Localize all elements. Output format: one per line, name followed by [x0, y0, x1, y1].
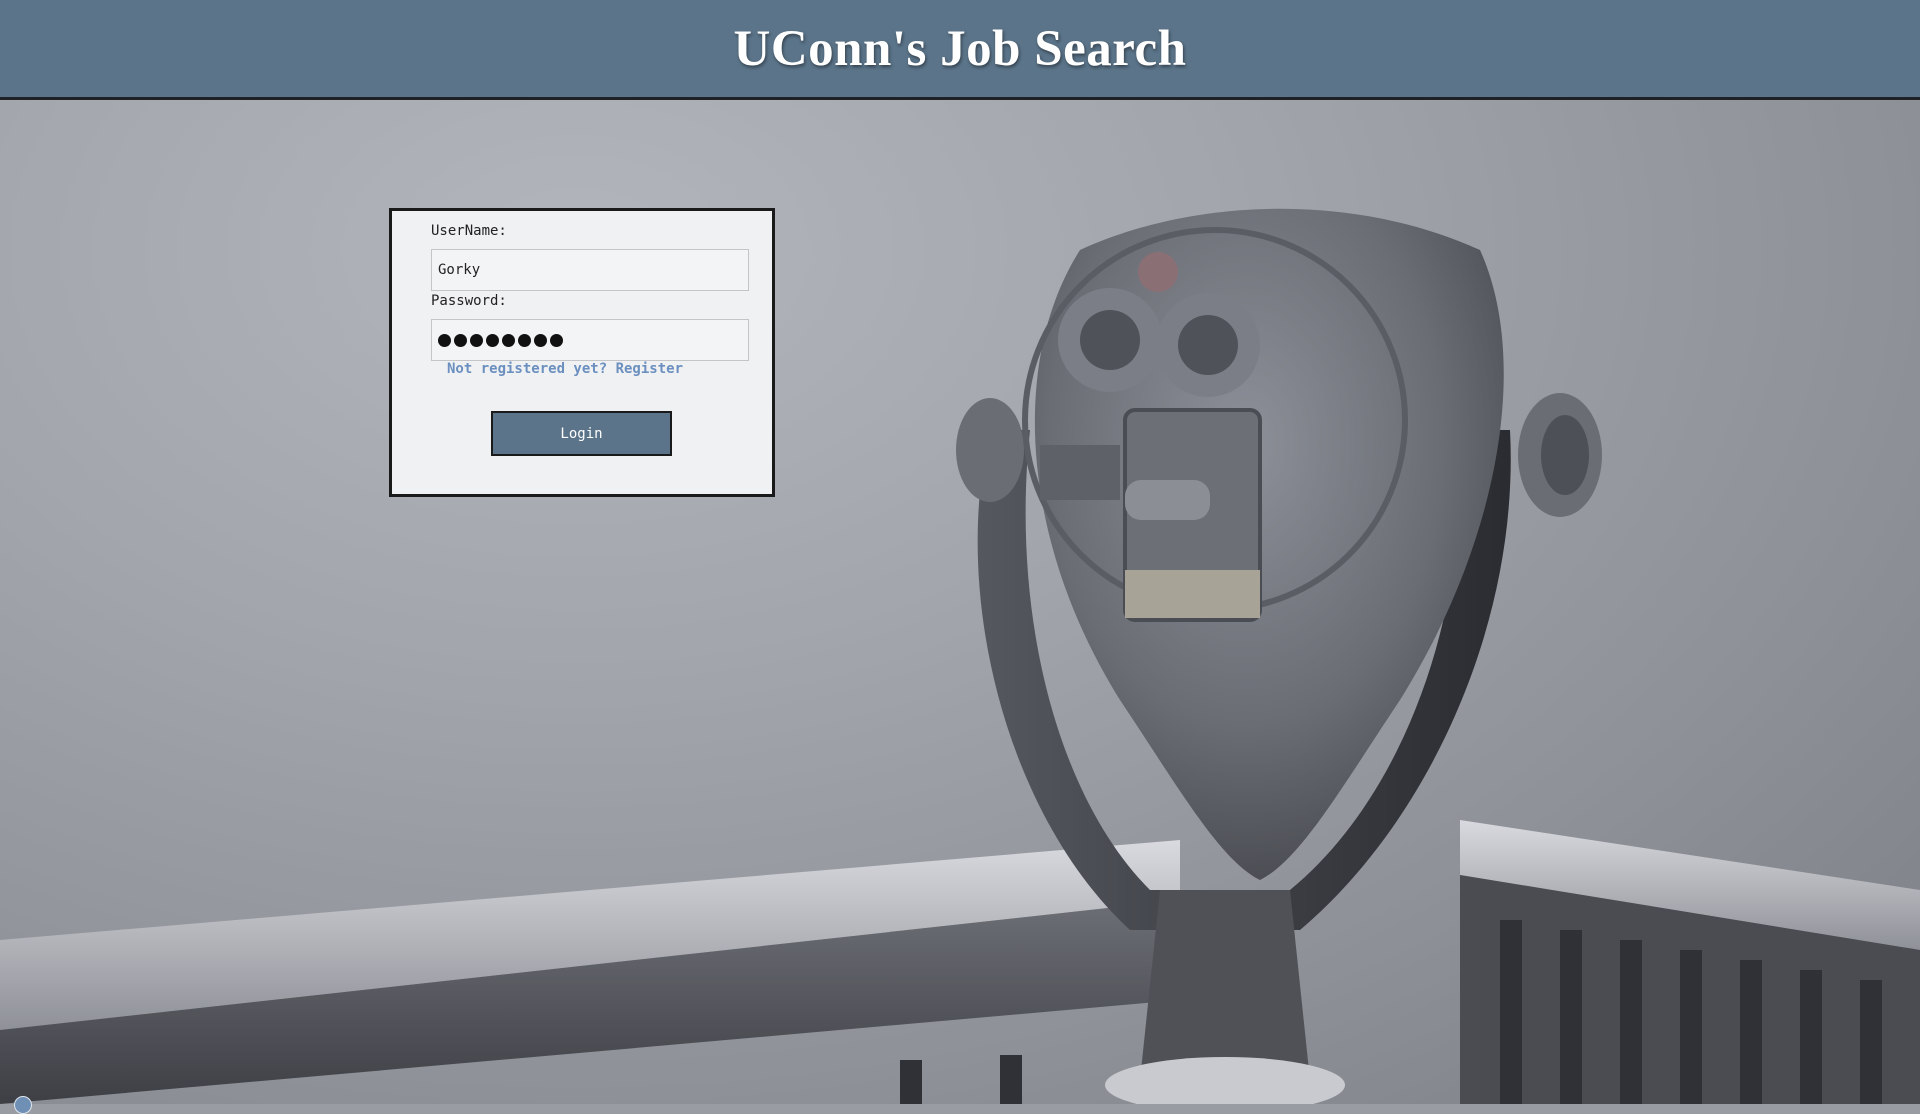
password-input[interactable]	[431, 319, 749, 361]
page-title: UConn's Job Search	[733, 20, 1187, 77]
password-label: Password:	[431, 293, 507, 309]
background-photo	[0, 100, 1920, 1104]
login-form: UserName: Password: Not registered yet? …	[389, 208, 775, 497]
site-header: UConn's Job Search	[0, 0, 1920, 100]
login-button[interactable]: Login	[491, 411, 672, 456]
username-input[interactable]	[431, 249, 749, 291]
page-corner-indicator	[14, 1096, 32, 1114]
username-label: UserName:	[431, 223, 507, 239]
register-link[interactable]: Not registered yet? Register	[447, 361, 683, 377]
